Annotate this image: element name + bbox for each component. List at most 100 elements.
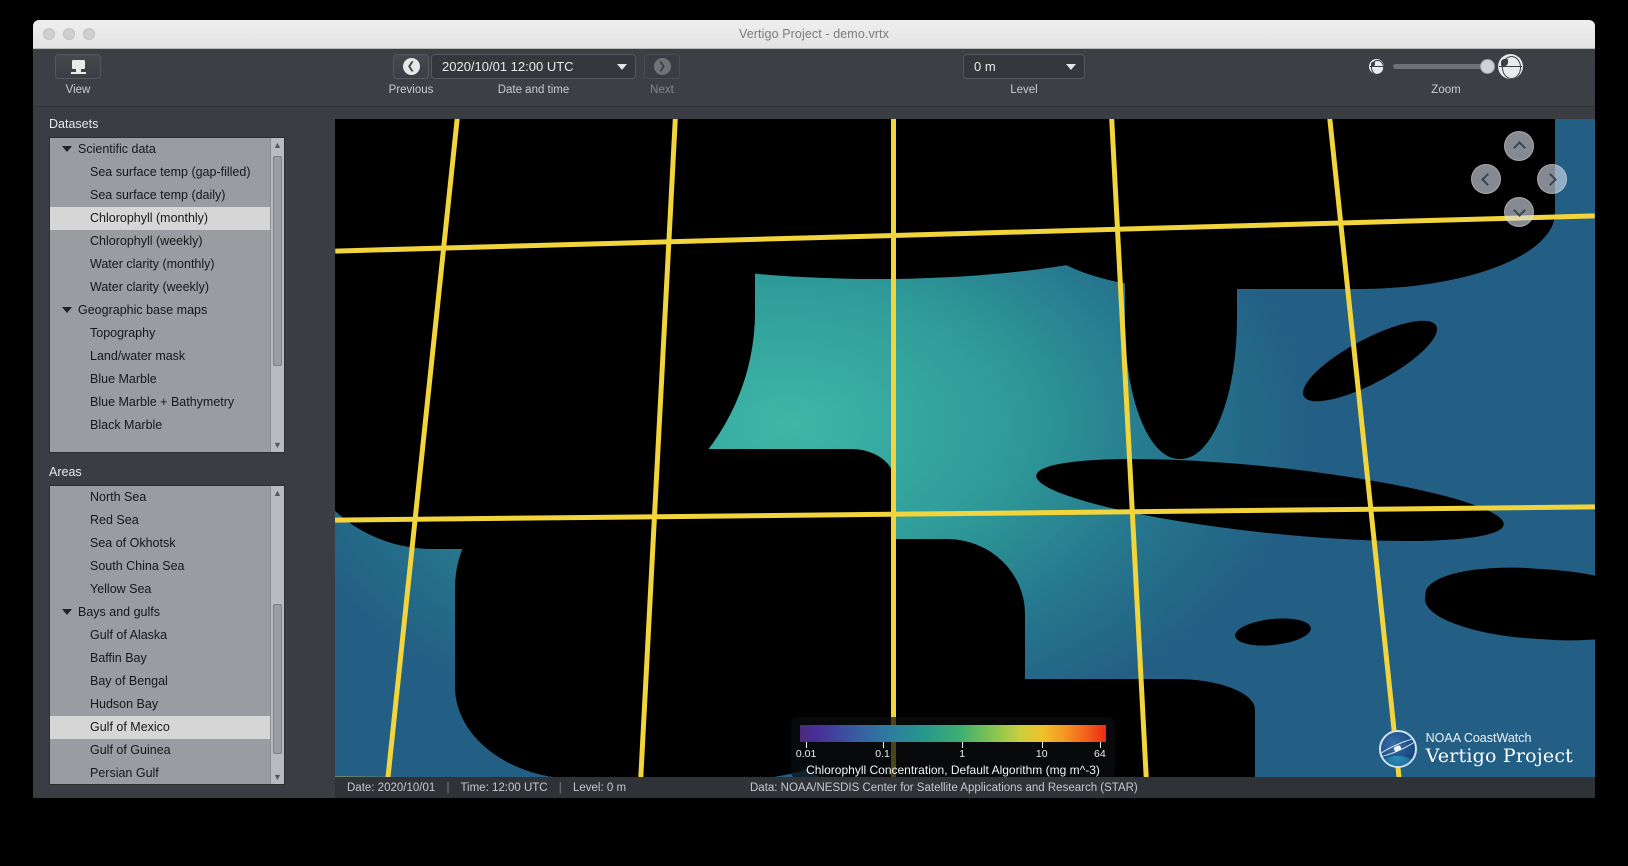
level-value: 0 m [974, 59, 996, 74]
area-item-bays-and-gulfs[interactable]: Bays and gulfs [50, 601, 270, 624]
area-item-red-sea[interactable]: Red Sea [50, 509, 270, 532]
pan-down-button[interactable] [1504, 197, 1534, 227]
area-item-sea-of-okhotsk[interactable]: Sea of Okhotsk [50, 532, 270, 555]
area-item-hudson-bay[interactable]: Hudson Bay [50, 693, 270, 716]
dataset-item-land-water-mask[interactable]: Land/water mask [50, 345, 270, 368]
colorbar-tick-label: 10 [1035, 748, 1048, 760]
list-item-label: Sea surface temp (daily) [90, 188, 226, 202]
pan-left-button[interactable] [1471, 164, 1501, 194]
dataset-item-chlorophyll-monthly[interactable]: Chlorophyll (monthly) [50, 207, 270, 230]
dataset-item-black-marble[interactable]: Black Marble [50, 414, 270, 437]
list-item-label: Sea surface temp (gap-filled) [90, 165, 251, 179]
area-item-north-sea[interactable]: North Sea [50, 486, 270, 509]
zoom-slider[interactable] [1393, 59, 1495, 74]
application-root: Vertigo Project - demo.vrtx View ❮ Previ… [0, 0, 1628, 866]
datetime-tool-group: 2020/10/01 12:00 UTC Date and time [431, 49, 646, 107]
list-item-label: Blue Marble [90, 372, 157, 386]
list-item-label: Topography [90, 326, 156, 340]
area-item-gulf-of-guinea[interactable]: Gulf of Guinea [50, 739, 270, 762]
map-view[interactable]: 0.01 0.1 1 10 64 Chlorophyll Concentration, … [335, 119, 1595, 798]
list-item-label: Bays and gulfs [78, 605, 160, 619]
toolbar: View ❮ Previous 2020/10/01 12:00 UTC Dat… [33, 49, 1595, 107]
next-tool-group: ❯ Next [629, 49, 695, 107]
datasets-panel-label: Datasets [49, 117, 99, 131]
area-item-south-china-sea[interactable]: South China Sea [50, 555, 270, 578]
area-item-persian-gulf[interactable]: Persian Gulf [50, 762, 270, 784]
list-item-label: Yellow Sea [90, 582, 152, 596]
level-combobox[interactable]: 0 m [963, 54, 1085, 79]
datasets-listbox[interactable]: Scientific data Sea surface temp (gap-fil… [49, 137, 285, 453]
chevron-down-icon-level [1066, 63, 1076, 70]
previous-button[interactable]: ❮ [393, 54, 429, 79]
list-item-label: Black Marble [90, 418, 163, 432]
dataset-item-water-clarity-weekly[interactable]: Water clarity (weekly) [50, 276, 270, 299]
pan-up-button[interactable] [1504, 131, 1534, 161]
title-bar: Vertigo Project - demo.vrtx [33, 20, 1595, 49]
dataset-item-scientific-data[interactable]: Scientific data [50, 138, 270, 161]
grid-meridian-3 [891, 119, 896, 798]
datasets-scrollbar[interactable]: ▲ ▼ [270, 138, 284, 452]
colorbar-legend: 0.01 0.1 1 10 64 Chlorophyll Concentration, … [791, 717, 1115, 779]
dataset-item-sea-surface-temp-daily[interactable]: Sea surface temp (daily) [50, 184, 270, 207]
chevron-down-icon [617, 63, 627, 70]
dataset-item-sea-surface-temp-gap-filled[interactable]: Sea surface temp (gap-filled) [50, 161, 270, 184]
globe-small-icon[interactable] [1369, 59, 1384, 74]
zoom-slider-handle[interactable] [1480, 59, 1495, 74]
view-button[interactable] [55, 54, 101, 79]
area-item-gulf-of-mexico[interactable]: Gulf of Mexico [50, 716, 270, 739]
disclosure-triangle-icon[interactable] [62, 146, 72, 152]
list-item-label: Gulf of Mexico [90, 720, 170, 734]
list-item-label: South China Sea [90, 559, 185, 573]
area-item-yellow-sea[interactable]: Yellow Sea [50, 578, 270, 601]
areas-scroll-thumb[interactable] [273, 604, 282, 754]
map-navigation-pad[interactable] [1471, 131, 1567, 229]
main-window: Vertigo Project - demo.vrtx View ❮ Previ… [33, 20, 1595, 798]
datasets-scroll-thumb[interactable] [273, 156, 282, 366]
branding-line-1: NOAA CoastWatch [1425, 731, 1532, 746]
disclosure-triangle-icon[interactable] [62, 609, 72, 615]
pan-right-button[interactable] [1537, 164, 1567, 194]
dataset-item-blue-marble[interactable]: Blue Marble [50, 368, 270, 391]
noaa-coastwatch-logo-icon [1378, 730, 1417, 768]
colorbar-tick-label: 0.01 [795, 748, 817, 760]
land-florida [1125, 179, 1237, 459]
branding-block: NOAA CoastWatch Vertigo Project [1378, 730, 1573, 768]
disclosure-triangle-icon[interactable] [62, 307, 72, 313]
view-label: View [65, 84, 91, 96]
areas-scroll-down-icon[interactable]: ▼ [271, 770, 284, 784]
area-item-gulf-of-alaska[interactable]: Gulf of Alaska [50, 624, 270, 647]
dataset-item-chlorophyll-weekly[interactable]: Chlorophyll (weekly) [50, 230, 270, 253]
next-label: Next [650, 84, 674, 96]
status-left: Date: 2020/10/01 | Time: 12:00 UTC | Lev… [335, 782, 626, 794]
areas-scroll-up-icon[interactable]: ▲ [271, 486, 284, 500]
area-item-bay-of-bengal[interactable]: Bay of Bengal [50, 670, 270, 693]
datetime-combobox[interactable]: 2020/10/01 12:00 UTC [431, 54, 636, 79]
pan-right-icon [1544, 172, 1557, 186]
colorbar-ticks: 0.01 0.1 1 10 64 [796, 742, 1106, 764]
branding-line-2: Vertigo Project [1425, 744, 1573, 767]
level-tool-group: 0 m Level [963, 49, 1085, 107]
dataset-item-geographic-base-maps[interactable]: Geographic base maps [50, 299, 270, 322]
next-button[interactable]: ❯ [644, 54, 680, 79]
dataset-item-water-clarity-monthly[interactable]: Water clarity (monthly) [50, 253, 270, 276]
globe-large-icon[interactable] [1498, 54, 1523, 79]
area-item-baffin-bay[interactable]: Baffin Bay [50, 647, 270, 670]
status-time: Time: 12:00 UTC [460, 781, 548, 794]
datetime-label: Date and time [497, 84, 570, 96]
dataset-item-blue-marble-bathymetry[interactable]: Blue Marble + Bathymetry [50, 391, 270, 414]
scroll-down-icon[interactable]: ▼ [271, 438, 284, 452]
list-item-label: Water clarity (weekly) [90, 280, 209, 294]
list-item-label: Gulf of Alaska [90, 628, 168, 642]
zoom-control[interactable] [1369, 54, 1543, 79]
list-item-label: Bay of Bengal [90, 674, 168, 688]
areas-scrollbar[interactable]: ▲ ▼ [270, 486, 284, 784]
dataset-item-topography[interactable]: Topography [50, 322, 270, 345]
colorbar-tick-label: 1 [959, 748, 966, 760]
status-sep-2: | [558, 781, 562, 794]
scroll-up-icon[interactable]: ▲ [271, 138, 284, 152]
list-item-label: Chlorophyll (monthly) [90, 211, 209, 225]
previous-arrow-icon: ❮ [402, 58, 420, 75]
list-item-label: Baffin Bay [90, 651, 147, 665]
colorbar-tick-label: 64 [1094, 748, 1106, 760]
areas-listbox[interactable]: North Sea Red Sea Sea of Okhotsk South Chin… [49, 485, 285, 785]
